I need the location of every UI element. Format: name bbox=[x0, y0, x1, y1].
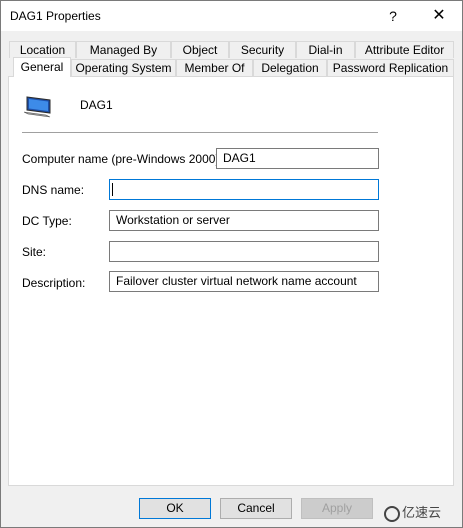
tab-attribute-editor[interactable]: Attribute Editor bbox=[355, 41, 454, 58]
close-button[interactable]: ✕ bbox=[416, 1, 462, 31]
description-label: Description: bbox=[22, 276, 86, 290]
apply-button[interactable]: Apply bbox=[301, 498, 373, 519]
tab-dial-in[interactable]: Dial-in bbox=[296, 41, 355, 58]
watermark-text: 亿速云 bbox=[402, 505, 442, 520]
site-label: Site: bbox=[22, 245, 47, 259]
separator bbox=[22, 132, 378, 133]
dns-name-field[interactable] bbox=[109, 179, 379, 200]
dc-type-field[interactable]: Workstation or server bbox=[109, 210, 379, 231]
tab-location[interactable]: Location bbox=[9, 41, 76, 58]
dns-name-label: DNS name: bbox=[22, 183, 85, 197]
window-title: DAG1 Properties bbox=[10, 9, 101, 23]
computer-icon bbox=[24, 96, 51, 118]
tab-managed-by[interactable]: Managed By bbox=[76, 41, 171, 58]
text-caret bbox=[112, 183, 113, 197]
tab-password-replication[interactable]: Password Replication bbox=[327, 59, 454, 76]
cancel-button[interactable]: Cancel bbox=[220, 498, 292, 519]
site-field[interactable] bbox=[109, 241, 379, 262]
tab-object[interactable]: Object bbox=[171, 41, 229, 58]
dc-type-label: DC Type: bbox=[22, 214, 72, 228]
watermark: 亿速云 bbox=[384, 502, 441, 522]
tab-delegation[interactable]: Delegation bbox=[253, 59, 327, 76]
computer-name-field[interactable]: DAG1 bbox=[216, 148, 379, 169]
help-button[interactable]: ? bbox=[370, 1, 416, 31]
tab-member-of[interactable]: Member Of bbox=[176, 59, 253, 76]
watermark-logo-icon bbox=[384, 505, 400, 522]
ok-button[interactable]: OK bbox=[139, 498, 211, 519]
object-name: DAG1 bbox=[80, 98, 113, 112]
tab-general[interactable]: General bbox=[13, 57, 71, 77]
description-field[interactable]: Failover cluster virtual network name ac… bbox=[109, 271, 379, 292]
tab-operating-system[interactable]: Operating System bbox=[71, 59, 176, 76]
title-bar: DAG1 Properties ? ✕ bbox=[1, 1, 462, 31]
computer-name-label: Computer name (pre-Windows 2000): bbox=[22, 152, 223, 166]
tab-security[interactable]: Security bbox=[229, 41, 296, 58]
